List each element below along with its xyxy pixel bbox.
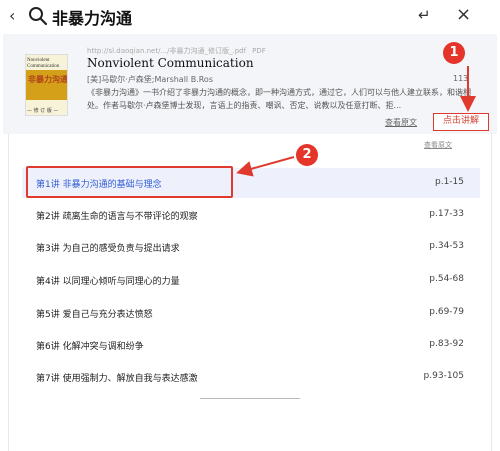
lecture-pages: p.1-15 [435, 177, 464, 187]
book-cover: Nonviolent Communication 非暴力沟通 — 修 订 版 — [25, 54, 68, 116]
result-card[interactable]: Nonviolent Communication 非暴力沟通 — 修 订 版 —… [3, 34, 497, 134]
back-icon[interactable]: ‹ [9, 6, 15, 25]
page-count: 113 [453, 74, 469, 83]
view-original-link-secondary[interactable]: 查看原文 [424, 140, 452, 150]
step-badge-1: 1 [443, 42, 465, 64]
lecture-pages: p.69-79 [429, 307, 464, 317]
file-type-label: PDF [252, 47, 266, 55]
lecture-name: 第5讲 爱自己与充分表达愤怒 [36, 310, 153, 320]
lecture-row-2[interactable]: 第2讲 疏离生命的语言与不带评论的观察 p.17-33 [22, 200, 480, 230]
lecture-row-7[interactable]: 第7讲 使用强制力、解放自我与表达感激 p.93-105 [22, 362, 480, 392]
lecture-name: 第7讲 使用强制力、解放自我与表达感激 [36, 374, 198, 384]
book-title[interactable]: Nonviolent Communication [87, 56, 254, 70]
lecture-pages: p.17-33 [429, 209, 464, 219]
close-icon[interactable]: × [456, 4, 471, 25]
lecture-pages: p.93-105 [423, 371, 464, 381]
step-badge-2: 2 [296, 144, 318, 166]
lecture-pages: p.34-53 [429, 241, 464, 251]
lecture-row-4[interactable]: 第4讲 以同理心倾听与同理心的力量 p.54-68 [22, 265, 480, 295]
book-summary: 《非暴力沟通》一书介绍了非暴力沟通的概念，即一种沟通方式，通过它，人们可以与他人… [87, 88, 471, 110]
lecture-name: 第6讲 化解冲突与调和纷争 [36, 342, 144, 352]
book-authors: [美]马歇尔·卢森堡;Marshall B.Ros [87, 75, 213, 84]
lecture-row-6[interactable]: 第6讲 化解冲突与调和纷争 p.83-92 [22, 330, 480, 360]
cover-subtitle: — 修 订 版 — [27, 108, 59, 114]
enter-icon[interactable]: ↵ [418, 6, 431, 24]
source-url-text: http://sl.daoqian.net/.../非暴力沟通_修订版_.pdf [87, 47, 247, 55]
highlight-box-lecture-1 [26, 166, 233, 198]
search-bar: ‹ 非暴力沟通 ↵ × [0, 0, 500, 34]
lecture-row-5[interactable]: 第5讲 爱自己与充分表达愤怒 p.69-79 [22, 298, 480, 328]
cover-chinese-title: 非暴力沟通 [28, 75, 68, 84]
search-query[interactable]: 非暴力沟通 [52, 5, 132, 29]
lecture-pages: p.83-92 [429, 339, 464, 349]
view-original-link[interactable]: 查看原文 [385, 117, 417, 128]
cover-english-title: Nonviolent Communication [27, 58, 60, 69]
lecture-row-3[interactable]: 第3讲 为自己的感受负责与提出请求 p.34-53 [22, 232, 480, 262]
lecture-name: 第3讲 为自己的感受负责与提出请求 [36, 244, 180, 254]
lecture-name: 第4讲 以同理心倾听与同理心的力量 [36, 277, 180, 287]
lecture-name: 第2讲 疏离生命的语言与不带评论的观察 [36, 212, 198, 222]
scroll-indicator [200, 398, 300, 399]
source-url[interactable]: http://sl.daoqian.net/.../非暴力沟通_修订版_.pdf… [87, 46, 266, 56]
lecture-pages: p.54-68 [429, 274, 464, 284]
explain-button[interactable]: 点击讲解 [433, 113, 489, 131]
search-icon [29, 7, 48, 26]
